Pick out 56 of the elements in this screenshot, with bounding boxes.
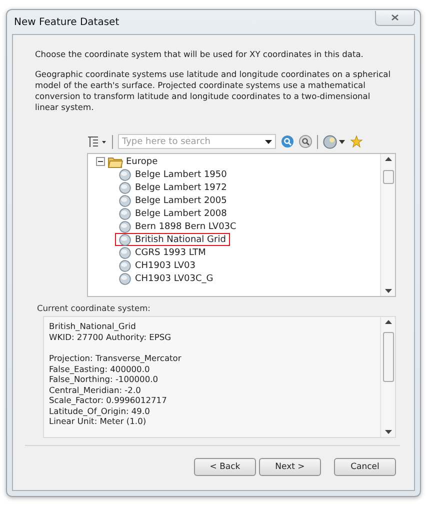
- globe-icon: [119, 260, 131, 272]
- scroll-thumb[interactable]: [383, 332, 394, 382]
- globe-icon: [119, 168, 131, 180]
- folder-icon: [108, 156, 123, 168]
- current-system-label: Current coordinate system:: [37, 303, 152, 313]
- globe-icon: [119, 220, 131, 232]
- coordinate-system-item[interactable]: CGRS 1993 LTM: [115, 246, 210, 259]
- detail-line: Central_Meridian: -2.0: [49, 384, 141, 395]
- collapse-icon[interactable]: [96, 157, 105, 166]
- globe-icon: [119, 208, 131, 220]
- detail-line: British_National_Grid: [49, 321, 136, 332]
- window-title: New Feature Dataset: [13, 16, 120, 28]
- search-icon[interactable]: [299, 135, 312, 148]
- description-text: Geographic coordinate systems use latitude and longitude coordinates on a spherical model of the earth's surface. Projected coordinate systems use a mathematical conversion to transform latitude and longitude coordinates to a two-dimensional linear system.: [35, 69, 392, 113]
- globe-dropdown-button[interactable]: [323, 134, 345, 148]
- scrollbar[interactable]: [380, 154, 395, 296]
- detail-line: False_Easting: 400000.0: [49, 364, 150, 374]
- coordinate-system-item[interactable]: Belge Lambert 1972: [115, 181, 231, 194]
- dialog-button[interactable]: < Back: [194, 458, 256, 476]
- close-button[interactable]: [375, 10, 415, 26]
- star-icon[interactable]: [350, 135, 363, 148]
- dialog-button[interactable]: Cancel: [334, 458, 396, 476]
- coordinate-system-item[interactable]: CH1903 LV03C_G: [115, 272, 218, 285]
- scroll-down-icon[interactable]: [384, 289, 392, 293]
- detail-line: Linear Unit: Meter (1.0): [49, 416, 146, 426]
- scrollbar[interactable]: [380, 317, 395, 437]
- coordinate-system-item[interactable]: CH1903 LV03: [115, 259, 200, 272]
- detail-line: Projection: Transverse_Mercator: [49, 353, 182, 364]
- coordinate-system-item[interactable]: Belge Lambert 1950: [115, 168, 231, 181]
- detail-line: False_Northing: -100000.0: [49, 374, 158, 384]
- close-icon: [391, 14, 399, 21]
- coordinate-system-item[interactable]: Belge Lambert 2008: [115, 207, 231, 220]
- globe-icon: [119, 194, 131, 206]
- search-icon[interactable]: [281, 135, 294, 148]
- detail-line: WKID: 27700 Authority: EPSG: [49, 332, 172, 342]
- filter-button[interactable]: [87, 136, 107, 148]
- coordinate-system-item[interactable]: Belge Lambert 2005: [115, 194, 231, 207]
- globe-icon: [119, 234, 131, 246]
- globe-icon: [119, 182, 131, 194]
- scroll-up-icon[interactable]: [384, 320, 392, 324]
- dropdown-caret-icon[interactable]: [265, 140, 272, 144]
- scroll-down-icon[interactable]: [384, 430, 392, 434]
- globe-icon: [119, 272, 131, 284]
- detail-line: Latitude_Of_Origin: 49.0: [49, 406, 150, 416]
- folder-label: Europe: [126, 156, 158, 166]
- coordinate-system-item[interactable]: Bern 1898 Bern LV03C: [115, 220, 240, 233]
- caret-icon: [339, 140, 345, 144]
- search-field[interactable]: Type here to search: [118, 134, 276, 149]
- globe-icon: [119, 246, 131, 258]
- dialog-button[interactable]: Next >: [259, 458, 321, 476]
- detail-line: Scale_Factor: 0.9996012717: [49, 395, 167, 406]
- instruction-text: Choose the coordinate system that will be used for XY coordinates in this data.: [35, 49, 364, 60]
- scroll-up-icon[interactable]: [384, 157, 392, 161]
- coordinate-system-item[interactable]: British National Grid: [115, 233, 230, 246]
- scroll-thumb[interactable]: [383, 170, 394, 184]
- tree-folder[interactable]: Europe: [96, 155, 380, 168]
